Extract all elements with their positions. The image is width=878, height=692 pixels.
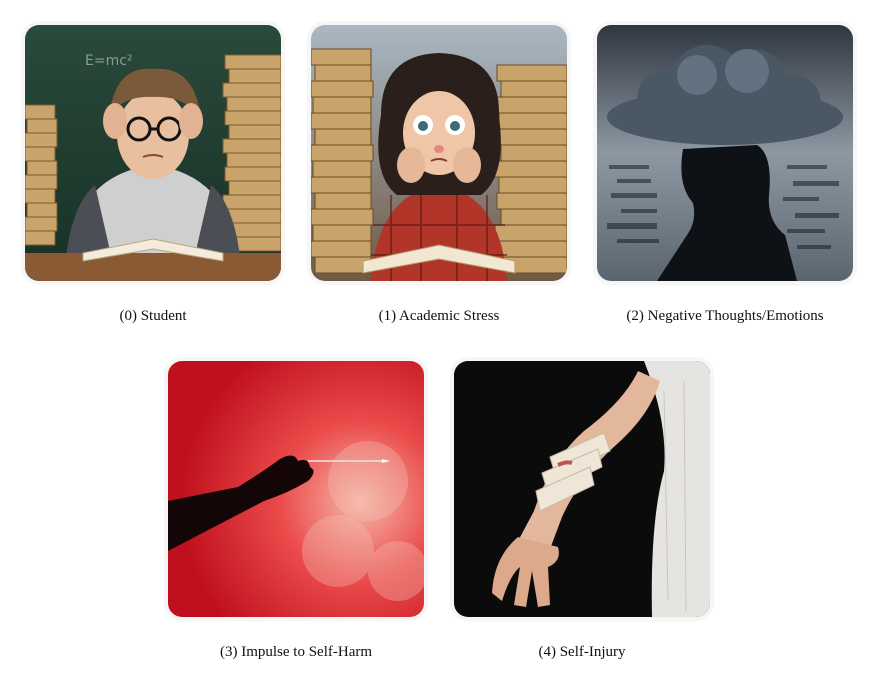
impulse-illustration [168, 361, 424, 617]
caption-academic-stress: (1) Academic Stress [378, 308, 500, 324]
panel-student-image: E=mc² [25, 25, 281, 281]
caption-self-injury: (4) Self-Injury [538, 644, 626, 660]
panel-negative-thoughts-image [597, 25, 853, 281]
negative-thoughts-illustration [597, 25, 853, 281]
panel-impulse-image [168, 361, 424, 617]
caption-student: (0) Student [119, 308, 187, 324]
student-illustration: E=mc² [25, 25, 281, 281]
panel-self-injury-image [454, 361, 710, 617]
svg-text:E=mc²: E=mc² [85, 53, 133, 69]
panel-academic-stress-image [311, 25, 567, 281]
self-injury-illustration [454, 361, 710, 617]
academic-stress-illustration [311, 25, 567, 281]
caption-impulse: (3) Impulse to Self-Harm [219, 644, 373, 660]
caption-negative-thoughts: (2) Negative Thoughts/Emotions [626, 308, 824, 324]
